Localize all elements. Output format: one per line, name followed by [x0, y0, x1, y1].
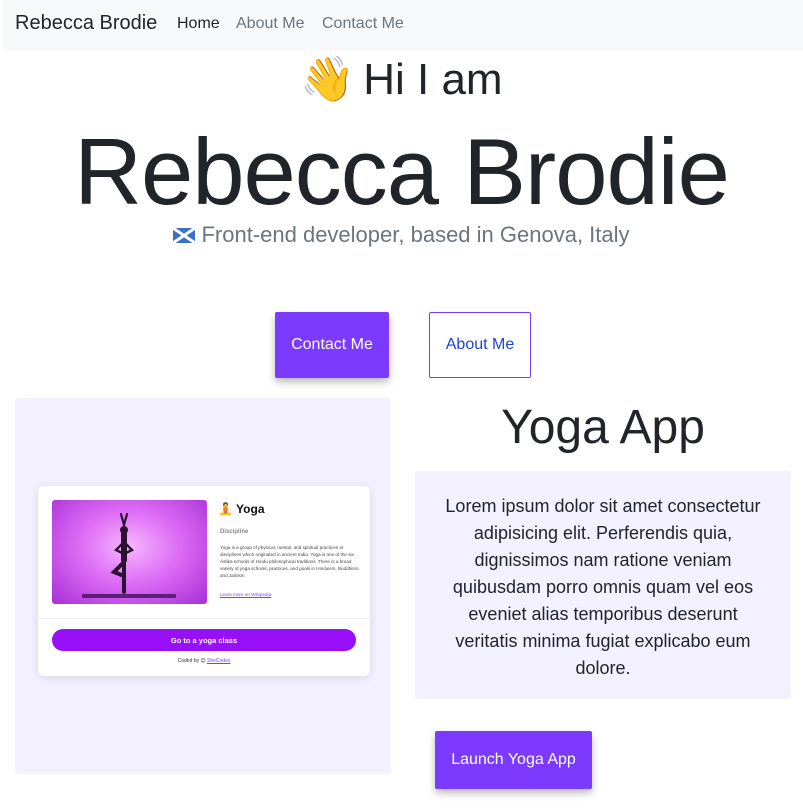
launch-yoga-app-button[interactable]: Launch Yoga App: [435, 731, 592, 789]
preview-subtitle: Discipline: [220, 529, 249, 535]
preview-footer-link: SheCodes: [207, 658, 231, 664]
scotland-flag-icon: [173, 228, 196, 243]
yoga-app-preview-card: 🧘 Yoga Discipline Yoga is a group of phy…: [38, 486, 370, 676]
preview-footer-prefix: Coded by 😊: [177, 658, 206, 664]
greeting-text: Hi I am: [363, 55, 503, 104]
preview-text: Yoga is a group of physical, mental, and…: [220, 545, 360, 578]
nav-link-home[interactable]: Home: [177, 15, 220, 33]
yoga-photo: [52, 500, 207, 604]
nav-link-contact[interactable]: Contact Me: [322, 15, 404, 33]
tagline-text: Front-end developer, based in Genova, It…: [201, 222, 630, 247]
contact-me-button[interactable]: Contact Me: [275, 312, 389, 378]
waving-hand-icon: 👋: [300, 55, 356, 104]
navbar-brand[interactable]: Rebecca Brodie: [15, 12, 157, 35]
preview-footer: Coded by 😊 SheCodes: [38, 658, 370, 664]
yoga-mat: [82, 594, 176, 598]
nav-link-about[interactable]: About Me: [236, 15, 304, 33]
preview-wikipedia-link: Learn more on Wikipedia: [220, 592, 272, 597]
about-me-button[interactable]: About Me: [429, 312, 531, 378]
greeting-heading: 👋 Hi I am: [0, 53, 803, 105]
hero-name: Rebecca Brodie: [74, 119, 730, 224]
preview-divider: [38, 618, 370, 619]
yoga-pose-figure-icon: [110, 512, 135, 594]
preview-yoga-class-button: Go to a yoga class: [52, 629, 356, 651]
project-title: Yoga App: [501, 401, 705, 454]
navbar: Rebecca Brodie Home About Me Contact Me: [3, 0, 803, 51]
project-description-box: Lorem ipsum dolor sit amet consectetur a…: [415, 471, 791, 699]
preview-title: 🧘 Yoga: [218, 502, 265, 516]
project-description: Lorem ipsum dolor sit amet consectetur a…: [445, 496, 761, 678]
tagline: Front-end developer, based in Genova, It…: [0, 222, 803, 248]
